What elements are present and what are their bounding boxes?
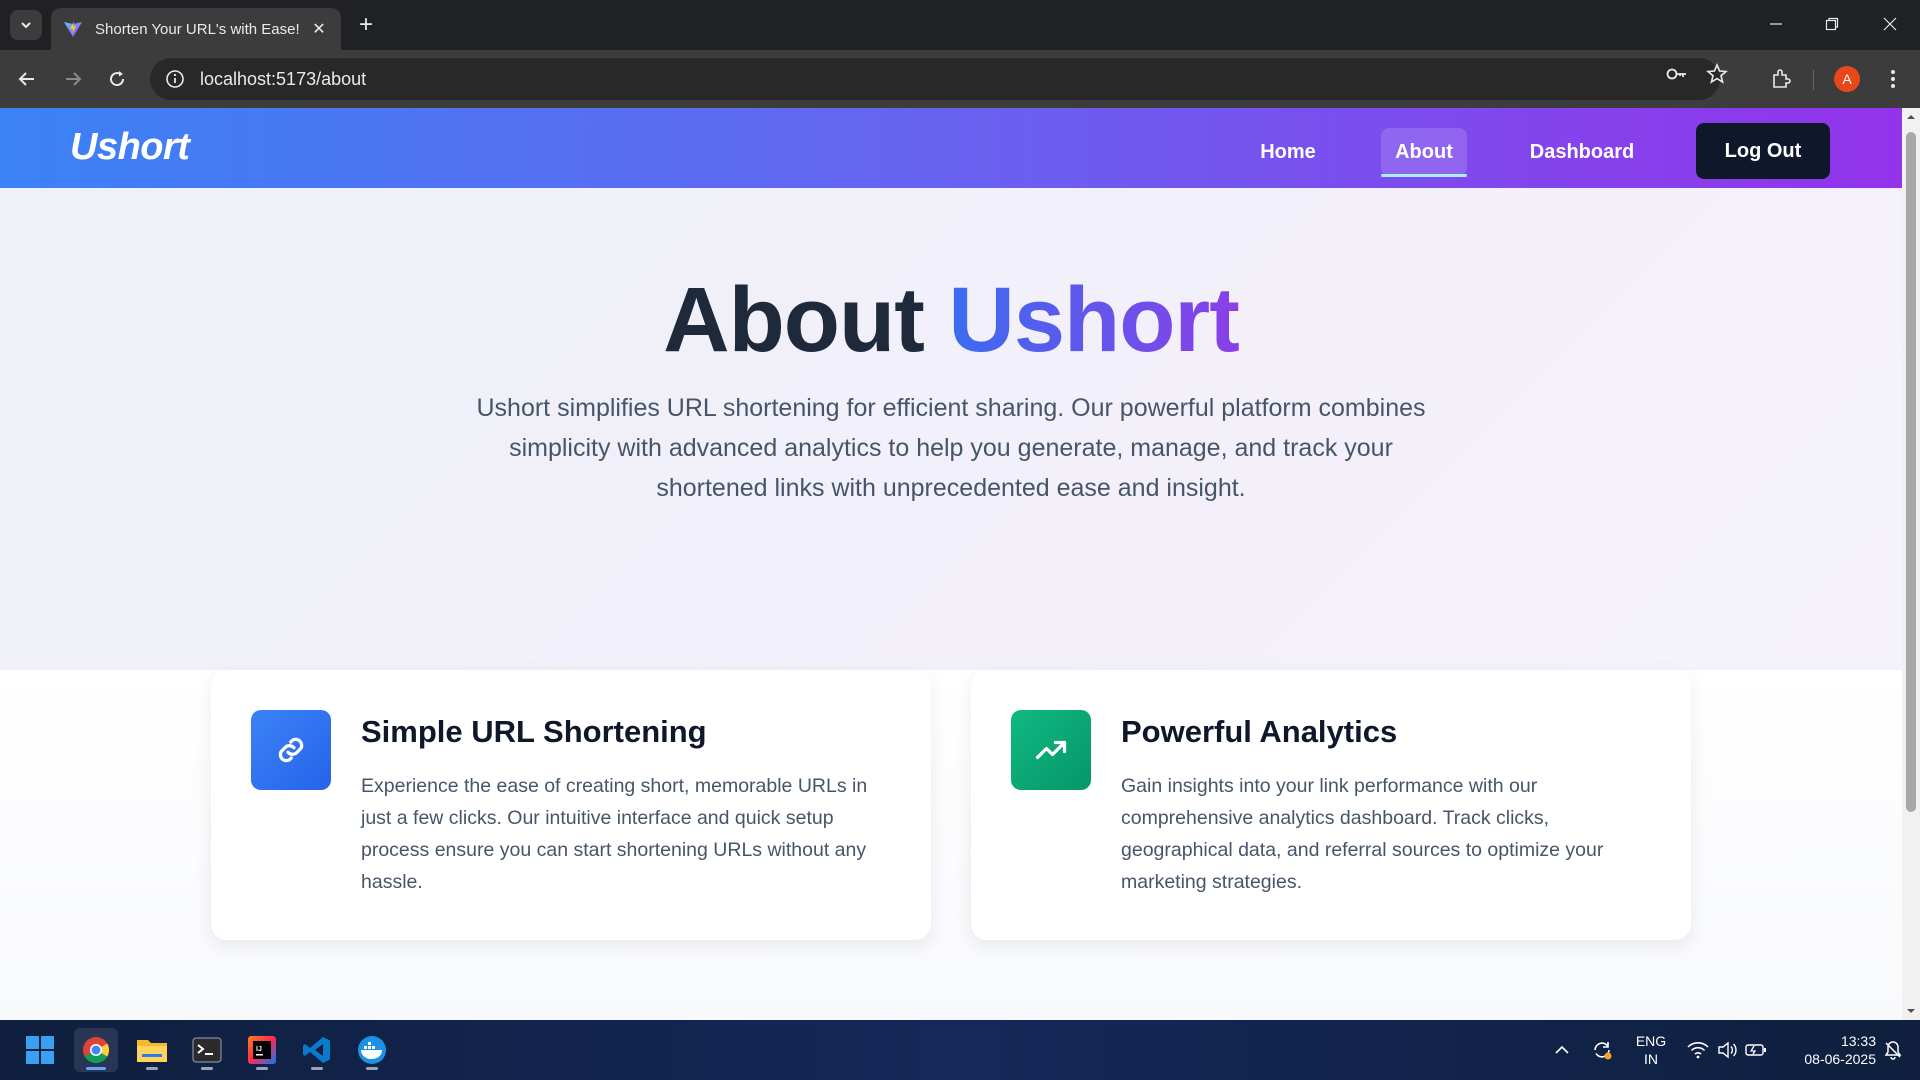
folder-icon xyxy=(137,1040,167,1062)
running-indicator xyxy=(256,1067,268,1070)
system-clock[interactable]: 13:33 08-06-2025 xyxy=(1780,1032,1876,1068)
tray-overflow-icon[interactable] xyxy=(1548,1020,1576,1080)
feature-title: Powerful Analytics xyxy=(1121,714,1398,749)
browser-tab[interactable]: Shorten Your URL's with Ease! ✕ xyxy=(51,8,341,50)
vscode-icon xyxy=(303,1037,330,1063)
clock-date: 08-06-2025 xyxy=(1804,1051,1876,1067)
notifications-icon[interactable] xyxy=(1878,1020,1908,1080)
reload-button[interactable] xyxy=(102,64,132,94)
page-title: About Ushort xyxy=(0,268,1902,373)
hero-description: Ushort simplifies URL shortening for eff… xyxy=(476,394,1426,502)
browser-menu-icon[interactable] xyxy=(1878,64,1908,94)
chevron-down-icon xyxy=(21,22,31,29)
nav-link-home[interactable]: Home xyxy=(1246,128,1330,176)
arrow-left-icon xyxy=(18,72,34,86)
back-button[interactable] xyxy=(12,64,42,94)
tab-title: Shorten Your URL's with Ease! xyxy=(95,20,300,38)
nav-link-dashboard[interactable]: Dashboard xyxy=(1524,128,1640,176)
arrow-right-icon xyxy=(66,72,82,86)
docker-icon xyxy=(358,1036,386,1064)
address-bar[interactable]: localhost:5173/about xyxy=(150,58,1720,100)
start-button[interactable] xyxy=(18,1028,62,1072)
reload-icon xyxy=(110,71,125,87)
features-section: Simple URL Shortening Experience the eas… xyxy=(0,670,1902,1020)
language-indicator[interactable]: ENG IN xyxy=(1630,1032,1672,1068)
minimize-icon xyxy=(1770,23,1782,25)
link-icon xyxy=(251,710,331,790)
taskbar-intellij[interactable]: IJ xyxy=(240,1028,284,1072)
bookmark-star-icon[interactable] xyxy=(1704,61,1730,87)
scroll-up-icon[interactable] xyxy=(1906,112,1916,122)
scroll-down-icon[interactable] xyxy=(1906,1006,1916,1016)
close-window-button[interactable] xyxy=(1870,6,1910,42)
page-viewport: Ushort Home About Dashboard Log Out Abou… xyxy=(0,108,1902,1020)
volume-icon[interactable] xyxy=(1714,1020,1740,1080)
active-indicator xyxy=(86,1067,106,1070)
tab-close-icon[interactable]: ✕ xyxy=(309,19,329,39)
page-title-plain: About xyxy=(663,269,925,371)
sync-icon[interactable] xyxy=(1586,1020,1618,1080)
site-info-icon[interactable] xyxy=(164,68,186,90)
tab-search-button[interactable] xyxy=(10,10,42,40)
feature-title: Simple URL Shortening xyxy=(361,714,707,749)
logout-button[interactable]: Log Out xyxy=(1696,123,1830,179)
toolbar-divider xyxy=(1813,70,1814,90)
nav-link-about[interactable]: About xyxy=(1381,128,1467,177)
chrome-icon xyxy=(83,1037,110,1064)
minimize-button[interactable] xyxy=(1756,6,1796,42)
feature-card-analytics: Powerful Analytics Gain insights into yo… xyxy=(971,670,1691,940)
svg-text:IJ: IJ xyxy=(256,1046,262,1053)
password-key-icon[interactable] xyxy=(1664,61,1690,87)
forward-button[interactable] xyxy=(58,64,88,94)
windows-logo-icon xyxy=(26,1036,54,1064)
address-url: localhost:5173/about xyxy=(200,68,367,89)
terminal-icon xyxy=(192,1037,222,1063)
close-icon xyxy=(1883,17,1897,31)
os-taskbar: IJ ENG IN 13:33 08-06-2025 xyxy=(0,1020,1920,1080)
intellij-icon: IJ xyxy=(248,1036,276,1064)
running-indicator xyxy=(146,1067,158,1070)
taskbar-chrome[interactable] xyxy=(74,1028,118,1072)
running-indicator xyxy=(201,1067,213,1070)
feature-description: Experience the ease of creating short, m… xyxy=(361,775,868,893)
brand-logo[interactable]: Ushort xyxy=(70,126,190,169)
taskbar-vscode[interactable] xyxy=(295,1028,339,1072)
page-scrollbar[interactable] xyxy=(1902,108,1920,1020)
browser-toolbar: localhost:5173/about A xyxy=(0,50,1920,108)
profile-avatar[interactable]: A xyxy=(1834,66,1860,92)
taskbar-terminal[interactable] xyxy=(185,1028,229,1072)
feature-description: Gain insights into your link performance… xyxy=(1121,775,1604,893)
taskbar-docker[interactable] xyxy=(350,1028,394,1072)
clock-time: 13:33 xyxy=(1840,1033,1876,1049)
restore-icon xyxy=(1825,17,1839,31)
trending-up-icon xyxy=(1011,710,1091,790)
running-indicator xyxy=(311,1067,323,1070)
restore-button[interactable] xyxy=(1812,6,1852,42)
wifi-icon[interactable] xyxy=(1684,1020,1712,1080)
new-tab-button[interactable]: + xyxy=(352,12,380,40)
page-title-accent: Ushort xyxy=(948,269,1239,371)
browser-tabstrip: Shorten Your URL's with Ease! ✕ + xyxy=(0,0,1920,50)
battery-icon[interactable] xyxy=(1742,1020,1770,1080)
vite-favicon-icon xyxy=(64,21,82,37)
feature-card-shortening: Simple URL Shortening Experience the eas… xyxy=(211,670,931,940)
running-indicator xyxy=(366,1067,378,1070)
extensions-icon[interactable] xyxy=(1766,64,1796,94)
hero-section: About Ushort Ushort simplifies URL short… xyxy=(0,188,1902,670)
region-code: IN xyxy=(1644,1051,1658,1067)
site-navbar: Ushort Home About Dashboard Log Out xyxy=(0,108,1902,188)
language-code: ENG xyxy=(1635,1033,1667,1049)
scrollbar-thumb[interactable] xyxy=(1906,132,1916,812)
taskbar-file-explorer[interactable] xyxy=(130,1028,174,1072)
